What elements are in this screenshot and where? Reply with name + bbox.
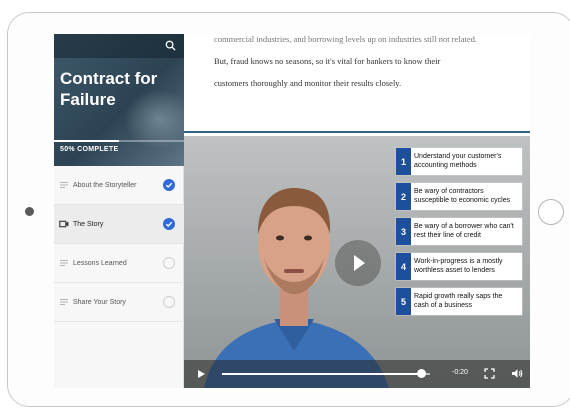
check-circle-icon — [163, 179, 175, 191]
takeaway-item: 4 Work-in-progress is a mostly worthless… — [396, 253, 522, 280]
text-line: But, fraud knows no seasons, so it's vit… — [214, 56, 441, 66]
nav-item-label: About the Storyteller — [73, 181, 137, 189]
takeaway-text: Be wary of a borrower who can't rest the… — [414, 223, 514, 239]
seek-bar-fill — [222, 373, 422, 375]
takeaway-number: 1 — [396, 148, 411, 175]
nav-item-about-storyteller[interactable]: About the Storyteller — [54, 166, 184, 205]
text-lines-icon — [60, 299, 68, 305]
course-progress-fill — [54, 140, 119, 142]
text-line: customers thoroughly and monitor their r… — [214, 78, 402, 88]
seek-handle[interactable] — [417, 369, 427, 378]
empty-circle-icon — [163, 296, 175, 308]
course-progress-bar — [54, 140, 184, 142]
fullscreen-icon[interactable] — [484, 368, 495, 379]
tablet-camera — [25, 207, 34, 216]
tablet-home-button — [538, 199, 564, 225]
text-lines-icon — [60, 182, 68, 188]
key-takeaways-list: 1 Understand your customer's accounting … — [396, 148, 522, 323]
takeaway-number: 5 — [396, 288, 411, 315]
time-remaining: -0:20 — [452, 369, 468, 376]
takeaway-text: Work-in-progress is a mostly worthless a… — [414, 258, 503, 274]
play-overlay-button[interactable] — [335, 240, 381, 286]
takeaway-text: Understand your customer's accounting me… — [414, 153, 502, 169]
video-controls: -0:20 — [184, 360, 530, 388]
progress-label: 50% COMPLETE — [60, 146, 119, 153]
seek-bar[interactable] — [222, 373, 430, 375]
volume-icon[interactable] — [511, 368, 523, 379]
text-lines-icon — [60, 260, 68, 266]
video-camera-icon — [59, 220, 69, 228]
course-hero: Contract for Failure 50% COMPLETE — [54, 34, 184, 166]
takeaway-text: Be wary of contractors susceptible to ec… — [414, 188, 511, 204]
takeaway-item: 1 Understand your customer's accounting … — [396, 148, 522, 175]
course-title: Contract for Failure — [60, 69, 158, 109]
lesson-text: commercial industries, and borrowing lev… — [214, 34, 514, 94]
play-icon[interactable] — [196, 369, 206, 379]
lesson-nav: About the Storyteller The Story Lessons … — [54, 166, 184, 322]
text-line-partial: commercial industries, and borrowing lev… — [214, 34, 477, 44]
content-divider — [184, 131, 530, 133]
nav-item-share-story[interactable]: Share Your Story — [54, 283, 184, 322]
nav-item-label: Lessons Learned — [73, 259, 127, 267]
takeaway-item: 3 Be wary of a borrower who can't rest t… — [396, 218, 522, 245]
nav-item-label: Share Your Story — [73, 298, 126, 306]
takeaway-number: 3 — [396, 218, 411, 245]
takeaway-text: Rapid growth really saps the cash of a b… — [414, 293, 503, 309]
takeaway-number: 4 — [396, 253, 411, 280]
takeaway-item: 5 Rapid growth really saps the cash of a… — [396, 288, 522, 315]
takeaway-item: 2 Be wary of contractors susceptible to … — [396, 183, 522, 210]
video-player[interactable]: 1 Understand your customer's accounting … — [184, 136, 530, 388]
check-circle-icon — [163, 218, 175, 230]
takeaway-number: 2 — [396, 183, 411, 210]
lesson-content: commercial industries, and borrowing lev… — [184, 34, 530, 388]
empty-circle-icon — [163, 257, 175, 269]
course-sidebar: Contract for Failure 50% COMPLETE About … — [54, 34, 184, 388]
nav-item-label: The Story — [73, 220, 104, 228]
search-icon[interactable] — [165, 40, 176, 51]
nav-item-the-story[interactable]: The Story — [54, 205, 184, 244]
screen: Contract for Failure 50% COMPLETE About … — [54, 34, 530, 388]
nav-item-lessons-learned[interactable]: Lessons Learned — [54, 244, 184, 283]
